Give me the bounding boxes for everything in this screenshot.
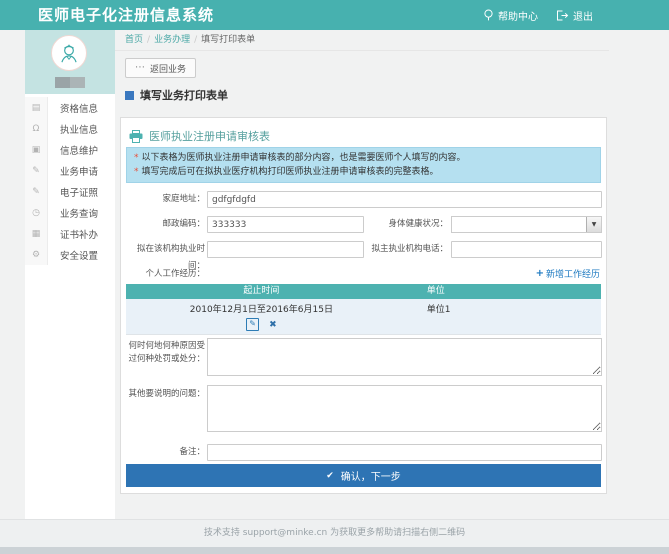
form-panel: 医师执业注册申请审核表 *以下表格为医师执业注册申请审核表的部分内容，也是需要医…	[120, 117, 607, 494]
chevron-down-icon[interactable]: ▼	[586, 217, 601, 232]
sidebar-item-certificate-reissue[interactable]: ▦ 证书补办	[25, 223, 115, 244]
user-name-redacted	[55, 77, 85, 88]
plus-icon: +	[536, 268, 544, 279]
work-history-label: 个人工作经历：	[121, 266, 205, 283]
footer-support-text: 技术支持 support@minke.cn 为获取更多帮助请扫描右侧二维码	[204, 528, 465, 538]
confirm-next-button[interactable]: ✔ 确认，下一步	[126, 464, 601, 487]
home-address-label: 家庭地址：	[121, 191, 205, 208]
sidebar-menu: ▤ 资格信息 Ω 执业信息 ▣ 信息维护 ✎ 业务申请 ✎ 电子证照 ◷ 业务查…	[25, 97, 115, 265]
return-business-button[interactable]: ⋯ 返回业务	[125, 58, 196, 78]
logout-icon	[556, 10, 569, 21]
id-card-icon: ▣	[25, 139, 48, 160]
sidebar-item-business-query[interactable]: ◷ 业务查询	[25, 202, 115, 223]
breadcrumb-separator: /	[194, 35, 197, 45]
column-header-unit: 单位	[397, 284, 601, 299]
top-header: 医师电子化注册信息系统 帮助中心 退出	[0, 0, 669, 30]
certificate-icon: ✎	[25, 181, 48, 202]
postal-code-input[interactable]	[207, 216, 364, 233]
table-row: 2010年12月1日至2016年6月15日 ✎ ✖ 单位1	[126, 299, 601, 334]
sidebar-item-electronic-license[interactable]: ✎ 电子证照	[25, 181, 115, 202]
breadcrumb-business[interactable]: 业务办理	[154, 35, 190, 45]
document-icon: ▤	[25, 97, 48, 118]
edit-icon: ✎	[25, 160, 48, 181]
app-window: 医师电子化注册信息系统 帮助中心 退出	[0, 0, 669, 554]
header-actions: 帮助中心 退出	[483, 0, 593, 30]
sidebar-item-practice-info[interactable]: Ω 执业信息	[25, 118, 115, 139]
profile-block	[25, 30, 115, 94]
home-address-input[interactable]	[207, 191, 602, 208]
table-header-row: 起止时间 单位	[126, 284, 601, 299]
window-edge	[0, 547, 669, 554]
help-icon	[483, 9, 494, 21]
punishment-label: 何时何地何种原因受过何种处罚或处分：	[121, 340, 205, 366]
unit-cell: 单位1	[397, 302, 601, 331]
practice-time-input[interactable]	[207, 241, 364, 258]
org-phone-input[interactable]	[451, 241, 602, 258]
period-cell: 2010年12月1日至2016年6月15日 ✎ ✖	[126, 302, 397, 331]
breadcrumb: 首页 / 业务办理 / 填写打印表单	[115, 30, 609, 51]
page-title: 填写业务打印表单	[140, 87, 228, 103]
breadcrumb-home[interactable]: 首页	[125, 35, 143, 45]
sidebar: ▤ 资格信息 Ω 执业信息 ▣ 信息维护 ✎ 业务申请 ✎ 电子证照 ◷ 业务查…	[25, 30, 115, 519]
health-status-select[interactable]: ▼	[451, 216, 602, 233]
row-actions: ✎ ✖	[126, 318, 397, 331]
avatar	[51, 35, 87, 71]
sidebar-item-business-application[interactable]: ✎ 业务申请	[25, 160, 115, 181]
asterisk-icon: *	[134, 153, 139, 163]
sidebar-item-info-maintenance[interactable]: ▣ 信息维护	[25, 139, 115, 160]
query-icon: ◷	[25, 202, 48, 223]
column-header-period: 起止时间	[126, 284, 397, 299]
logout-label: 退出	[573, 8, 593, 23]
asterisk-icon: *	[134, 167, 139, 177]
save-icon: ▦	[25, 223, 48, 244]
org-phone-label: 拟主执业机构电话：	[364, 241, 448, 258]
security-icon: ⚙	[25, 244, 48, 265]
section-heading: 填写业务打印表单	[125, 87, 228, 103]
other-issues-label: 其他要说明的问题：	[121, 388, 205, 401]
check-icon: ✔	[326, 471, 334, 481]
printer-icon	[129, 130, 143, 143]
delete-row-icon[interactable]: ✖	[269, 320, 277, 330]
postal-code-label: 邮政编码：	[121, 216, 205, 233]
form-title-row: 医师执业注册申请审核表	[129, 128, 270, 144]
health-status-label: 身体健康状况：	[364, 216, 448, 233]
info-note: *以下表格为医师执业注册申请审核表的部分内容，也是需要医师个人填写的内容。	[134, 151, 593, 165]
breadcrumb-separator: /	[147, 35, 150, 45]
punishment-textarea[interactable]	[207, 338, 602, 376]
remarks-label: 备注：	[121, 444, 205, 461]
sidebar-item-security-settings[interactable]: ⚙ 安全设置	[25, 244, 115, 265]
info-box: *以下表格为医师执业注册申请审核表的部分内容，也是需要医师个人填写的内容。 *填…	[126, 147, 601, 183]
form-title: 医师执业注册申请审核表	[149, 128, 270, 144]
work-history-table: 起止时间 单位 2010年12月1日至2016年6月15日 ✎ ✖ 单位1	[126, 284, 601, 335]
other-issues-textarea[interactable]	[207, 385, 602, 432]
help-center-label: 帮助中心	[498, 8, 538, 23]
footer: 技术支持 support@minke.cn 为获取更多帮助请扫描右侧二维码	[0, 519, 669, 547]
edit-row-icon[interactable]: ✎	[246, 318, 259, 331]
help-center-button[interactable]: 帮助中心	[483, 8, 538, 23]
breadcrumb-current: 填写打印表单	[201, 35, 255, 45]
doctor-icon	[54, 38, 84, 68]
remarks-input[interactable]	[207, 444, 602, 461]
add-work-history-link[interactable]: + 新增工作经历	[536, 267, 600, 280]
section-square-icon	[125, 91, 134, 100]
logout-button[interactable]: 退出	[556, 8, 593, 23]
sidebar-item-qualification-info[interactable]: ▤ 资格信息	[25, 97, 115, 118]
ellipsis-icon: ⋯	[135, 63, 145, 73]
info-note: *填写完成后可在拟执业医疗机构打印医师执业注册申请审核表的完整表格。	[134, 165, 593, 179]
headset-icon: Ω	[25, 118, 48, 139]
app-title: 医师电子化注册信息系统	[38, 0, 214, 30]
